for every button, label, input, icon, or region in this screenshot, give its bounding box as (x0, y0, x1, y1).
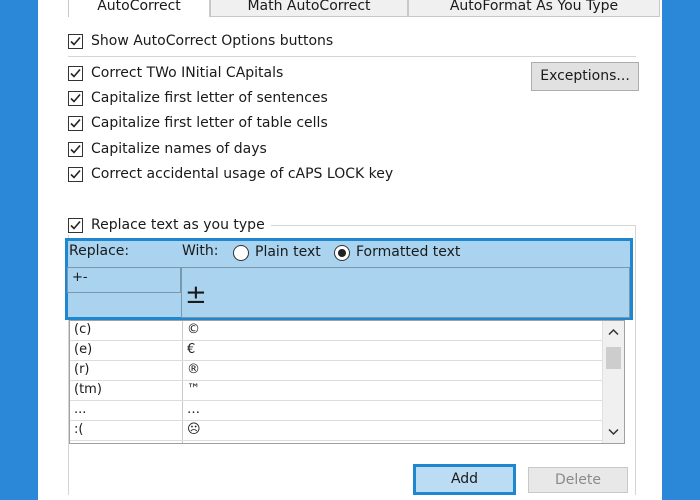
add-button[interactable]: Add (413, 464, 516, 495)
entry-with: … (187, 402, 200, 417)
tab-autocorrect[interactable]: AutoCorrect (68, 0, 210, 17)
checkmark-icon (70, 68, 81, 78)
names-of-days-checkbox-row[interactable]: Capitalize names of days (68, 139, 267, 159)
show-autocorrect-options-checkbox-row[interactable]: Show AutoCorrect Options buttons (68, 31, 333, 51)
replace-as-you-type-label: Replace text as you type (91, 217, 265, 233)
vertical-scrollbar[interactable] (602, 321, 624, 443)
two-initial-caps-label: Correct TWo INitial CApitals (91, 65, 284, 81)
checkmark-icon (70, 118, 81, 128)
list-item[interactable]: :( ☹ (70, 421, 604, 441)
entry-replace: (c) (74, 322, 92, 337)
scroll-down-arrow-icon[interactable] (608, 428, 619, 436)
first-letter-table-cells-checkbox[interactable] (68, 115, 83, 131)
first-letter-table-cells-checkbox-row[interactable]: Capitalize first letter of table cells (68, 113, 328, 133)
names-of-days-label: Capitalize names of days (91, 141, 267, 157)
tab-strip: AutoCorrect Math AutoCorrect AutoFormat … (38, 0, 662, 18)
two-initial-caps-checkbox-row[interactable]: Correct TWo INitial CApitals (68, 63, 283, 83)
with-input-value: ± (185, 280, 207, 310)
entry-replace: (e) (74, 342, 93, 357)
delete-button[interactable]: Delete (528, 467, 628, 493)
list-item[interactable]: ... … (70, 401, 604, 421)
scrollbar-thumb[interactable] (606, 347, 621, 369)
autocorrect-dialog: AutoCorrect Math AutoCorrect AutoFormat … (38, 0, 662, 500)
entry-with: ☹ (187, 422, 201, 437)
first-letter-sentences-label: Capitalize first letter of sentences (91, 90, 328, 106)
tab-autoformat-as-you-type[interactable]: AutoFormat As You Type (408, 0, 660, 17)
group-border-right (635, 225, 636, 495)
list-item[interactable]: (c) © (70, 321, 604, 341)
checkmark-icon (70, 169, 81, 179)
plain-text-radio[interactable] (233, 245, 249, 261)
replace-input[interactable]: +- (67, 267, 181, 293)
replace-as-you-type-checkbox-row[interactable]: Replace text as you type (68, 215, 271, 235)
entry-replace: :( (74, 422, 84, 437)
entry-replace: (r) (74, 362, 90, 377)
with-input[interactable]: ± (181, 267, 630, 318)
formatted-text-radio[interactable] (334, 245, 350, 261)
replace-with-panel: Replace: With: Plain text Formatted text… (65, 238, 633, 320)
exceptions-button[interactable]: Exceptions... (531, 62, 639, 91)
replace-input-value: +- (72, 270, 88, 285)
list-item[interactable]: (e) € (70, 341, 604, 361)
plain-text-label: Plain text (255, 244, 321, 260)
entry-with: € (187, 342, 196, 357)
first-letter-sentences-checkbox-row[interactable]: Capitalize first letter of sentences (68, 88, 328, 108)
checkmark-icon (70, 144, 81, 154)
divider (68, 56, 636, 57)
first-letter-sentences-checkbox[interactable] (68, 90, 83, 106)
caps-lock-checkbox-row[interactable]: Correct accidental usage of cAPS LOCK ke… (68, 164, 393, 184)
scroll-up-arrow-icon[interactable] (608, 328, 619, 336)
with-label: With: (182, 243, 219, 259)
checkmark-icon (70, 36, 81, 46)
checkmark-icon (70, 93, 81, 103)
replace-label: Replace: (69, 243, 130, 259)
entry-with: ® (187, 362, 200, 377)
caps-lock-label: Correct accidental usage of cAPS LOCK ke… (91, 166, 394, 182)
entry-replace: ... (74, 402, 87, 417)
entry-with: ™ (187, 382, 200, 397)
caps-lock-checkbox[interactable] (68, 166, 83, 182)
show-autocorrect-options-label: Show AutoCorrect Options buttons (91, 33, 334, 49)
show-autocorrect-options-checkbox[interactable] (68, 33, 83, 49)
tab-math-autocorrect[interactable]: Math AutoCorrect (210, 0, 408, 17)
formatted-text-label: Formatted text (356, 244, 461, 260)
list-item[interactable]: (tm) ™ (70, 381, 604, 401)
checkmark-icon (70, 220, 81, 230)
names-of-days-checkbox[interactable] (68, 141, 83, 157)
radio-selected-dot (338, 249, 346, 257)
entry-with: © (187, 322, 200, 337)
group-border-top (266, 225, 636, 226)
autocorrect-entries-list[interactable]: (c) © (e) € (r) ® (tm) ™ ... … :( ☹ (69, 320, 625, 444)
first-letter-table-cells-label: Capitalize first letter of table cells (91, 115, 328, 131)
list-item[interactable]: (r) ® (70, 361, 604, 381)
replace-as-you-type-checkbox[interactable] (68, 217, 83, 233)
two-initial-caps-checkbox[interactable] (68, 65, 83, 81)
entry-replace: (tm) (74, 382, 102, 397)
